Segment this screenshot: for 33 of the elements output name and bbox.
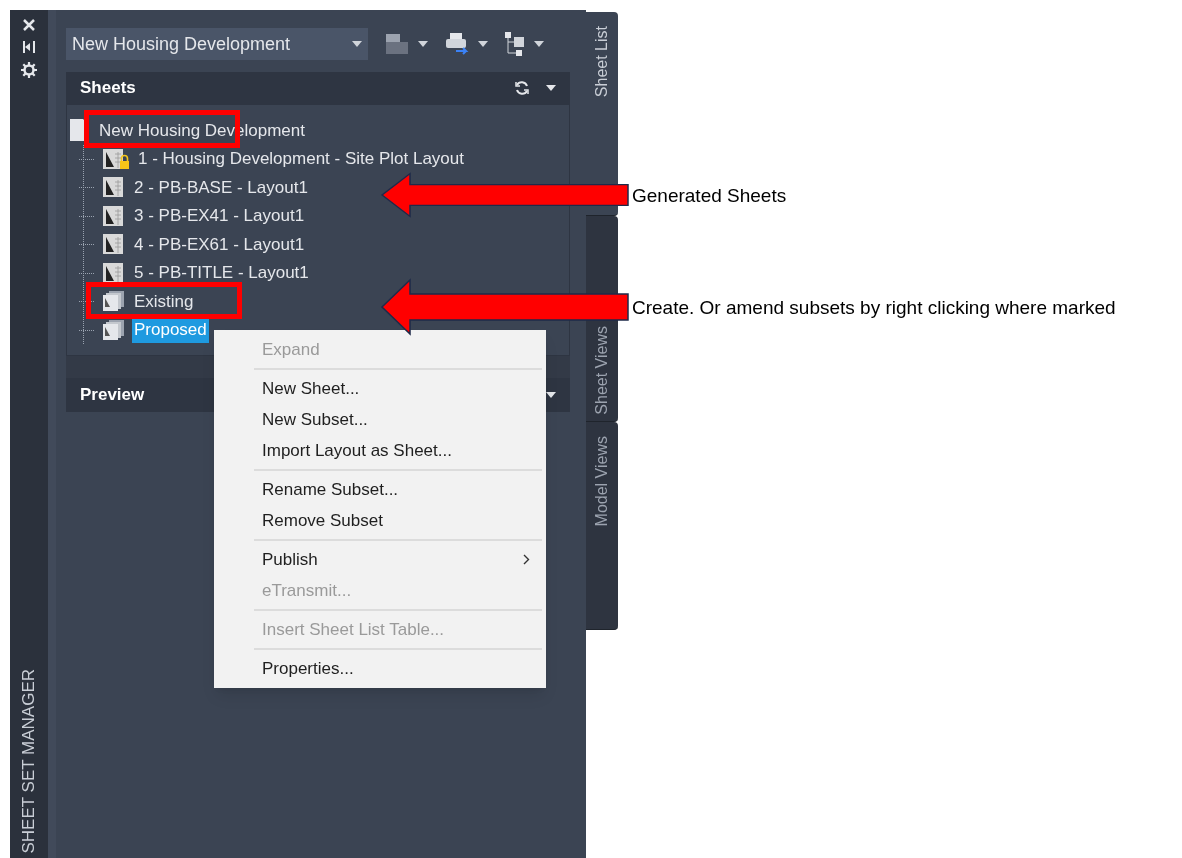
menu-item[interactable]: Properties... bbox=[214, 653, 546, 684]
sheets-header: Sheets bbox=[66, 72, 570, 104]
caret-icon[interactable] bbox=[478, 41, 488, 47]
menu-item[interactable]: Remove Subset bbox=[214, 505, 546, 536]
caret-icon bbox=[352, 41, 362, 47]
subset-icon bbox=[102, 290, 126, 313]
dwf-publish-icon[interactable] bbox=[384, 32, 410, 56]
tree-item[interactable]: 1 - Housing Development - Site Plot Layout bbox=[136, 146, 466, 172]
printer-icon[interactable] bbox=[444, 32, 470, 56]
annotation-text: Generated Sheets bbox=[632, 184, 787, 208]
caret-icon[interactable] bbox=[546, 392, 556, 398]
menu-item[interactable]: Import Layout as Sheet... bbox=[214, 435, 546, 466]
caret-icon[interactable] bbox=[418, 41, 428, 47]
menu-item[interactable]: Publish bbox=[214, 544, 546, 575]
settings-icon[interactable] bbox=[21, 62, 37, 78]
tree-item[interactable]: 2 - PB-BASE - Layout1 bbox=[132, 174, 310, 200]
side-tab[interactable]: Model Views bbox=[586, 422, 618, 630]
caret-icon[interactable] bbox=[534, 41, 544, 47]
sheet-tree-icon[interactable] bbox=[504, 31, 526, 57]
close-icon[interactable] bbox=[22, 18, 36, 32]
caret-icon[interactable] bbox=[546, 85, 556, 91]
tree-item[interactable]: 3 - PB-EX41 - Layout1 bbox=[132, 203, 307, 229]
arrow-icon bbox=[380, 172, 630, 218]
tree-item[interactable]: 5 - PB-TITLE - Layout1 bbox=[132, 260, 311, 286]
menu-item[interactable]: Rename Subset... bbox=[214, 474, 546, 505]
collapse-icon[interactable] bbox=[22, 40, 36, 54]
tree-item[interactable]: Existing bbox=[132, 288, 196, 314]
refresh-icon[interactable] bbox=[514, 80, 530, 96]
sheet-set-dropdown[interactable]: New Housing Development bbox=[66, 28, 368, 60]
panel-title: SHEET SET MANAGER bbox=[18, 669, 40, 854]
subset-icon bbox=[102, 318, 126, 341]
tree-item[interactable]: 4 - PB-EX61 - Layout1 bbox=[132, 231, 307, 257]
annotation-text: Create. Or amend subsets by right clicking where marked bbox=[632, 296, 1116, 320]
